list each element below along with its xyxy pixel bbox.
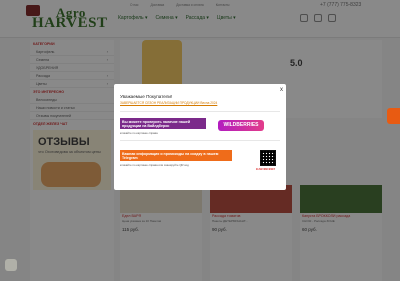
telegram-note: кликайте по картинке справа или сканируй… — [120, 163, 189, 168]
scroll-top-button[interactable] — [5, 259, 17, 271]
wildberries-text: Вы можете проверить наличие нашей продук… — [120, 118, 206, 130]
season-end-link[interactable]: ЗАВЕРШАЕТСЯ СЕЗОН РЕАЛИЗАЦИИ ПРОДУКЦИИ В… — [120, 101, 280, 105]
wildberries-note: кликайте по картинке справа — [120, 131, 158, 136]
wildberries-row: Вы можете проверить наличие нашей продук… — [120, 118, 280, 135]
qr-code-icon[interactable] — [260, 150, 276, 166]
close-icon[interactable]: x — [280, 87, 283, 93]
divider — [120, 140, 280, 141]
announcement-modal: x Уважаемые Покупатели! ЗАВЕРШАЕТСЯ СЕЗО… — [114, 84, 286, 190]
wildberries-logo[interactable]: WILDBERRIES — [218, 120, 264, 131]
modal-title: Уважаемые Покупатели! — [120, 94, 173, 99]
telegram-row: Важная информация и промокоды на скидку … — [120, 150, 280, 171]
telegram-text: Важная информация и промокоды на скидку … — [120, 150, 232, 162]
chat-button[interactable] — [387, 108, 400, 124]
divider — [120, 111, 280, 112]
qr-label: ELSEVENCESEY — [256, 168, 276, 171]
